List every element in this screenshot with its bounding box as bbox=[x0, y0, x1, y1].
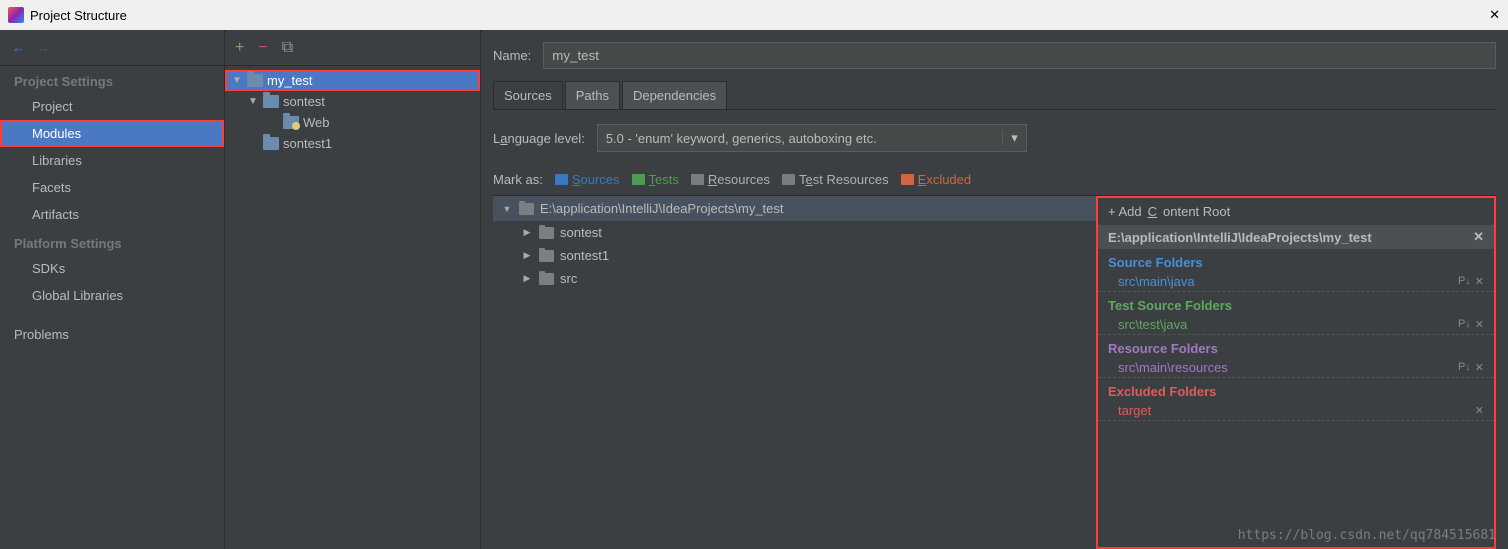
content-roots-panel: + Add Content Root E:\application\Intell… bbox=[1096, 196, 1496, 549]
name-label: Name: bbox=[493, 48, 531, 63]
sidebar-item-libraries[interactable]: Libraries bbox=[0, 147, 224, 174]
remove-module-button[interactable]: − bbox=[258, 39, 267, 57]
remove-content-root-icon[interactable]: ✕ bbox=[1473, 229, 1484, 245]
content-section-header: Resource Folders bbox=[1098, 335, 1494, 358]
module-label: sontest1 bbox=[283, 136, 332, 151]
module-name-input[interactable] bbox=[543, 42, 1496, 69]
content-section-header: Excluded Folders bbox=[1098, 378, 1494, 401]
expander-icon[interactable]: ▶ bbox=[521, 250, 533, 261]
content-section-header: Test Source Folders bbox=[1098, 292, 1494, 315]
folder-tree-item[interactable]: ▶ sontest bbox=[493, 221, 1096, 244]
folder-icon bbox=[263, 137, 279, 150]
module-label: sontest bbox=[283, 94, 325, 109]
sidebar-item-facets[interactable]: Facets bbox=[0, 174, 224, 201]
watermark: https://blog.csdn.net/qq784515681 bbox=[1238, 528, 1496, 543]
folder-icon bbox=[539, 227, 554, 239]
close-icon[interactable]: ✕ bbox=[1489, 7, 1500, 23]
language-level-label: Language level: bbox=[493, 131, 585, 146]
properties-icon[interactable]: P↓ bbox=[1458, 275, 1471, 288]
content-folder-item[interactable]: src\test\java P↓ ✕ bbox=[1098, 315, 1494, 335]
sidebar-item-problems[interactable]: Problems bbox=[0, 321, 224, 348]
remove-folder-icon[interactable]: ✕ bbox=[1475, 361, 1484, 374]
detail-pane: Name: Sources Paths Dependencies Languag… bbox=[481, 30, 1508, 549]
content-root-path-header: E:\application\IntelliJ\IdeaProjects\my_… bbox=[1098, 225, 1494, 249]
module-tree-item[interactable]: sontest1 bbox=[225, 133, 480, 154]
sidebar-item-project[interactable]: Project bbox=[0, 93, 224, 120]
folder-tree-item[interactable]: ▶ src bbox=[493, 267, 1096, 290]
remove-folder-icon[interactable]: ✕ bbox=[1475, 275, 1484, 288]
mark-sources-button[interactable]: Sources bbox=[555, 172, 620, 187]
mark-as-label: Mark as: bbox=[493, 172, 543, 187]
folder-icon bbox=[263, 95, 279, 108]
add-content-root-button[interactable]: + Add Content Root bbox=[1098, 198, 1494, 225]
sidebar: ← → Project Settings Project Modules Lib… bbox=[0, 30, 225, 549]
expander-icon[interactable]: ▼ bbox=[247, 96, 259, 107]
module-tree-item[interactable]: ▼ my_test bbox=[225, 70, 480, 91]
mark-tests-button[interactable]: Tests bbox=[632, 172, 679, 187]
expander-icon[interactable]: ▼ bbox=[231, 75, 243, 86]
folder-label: src bbox=[560, 271, 577, 286]
content-folder-item[interactable]: src\main\java P↓ ✕ bbox=[1098, 272, 1494, 292]
folder-path: target bbox=[1118, 403, 1151, 418]
folder-path: src\test\java bbox=[1118, 317, 1187, 332]
folder-icon bbox=[519, 203, 534, 215]
tab-paths[interactable]: Paths bbox=[565, 81, 620, 109]
sidebar-item-artifacts[interactable]: Artifacts bbox=[0, 201, 224, 228]
folder-tree-item[interactable]: ▶ sontest1 bbox=[493, 244, 1096, 267]
module-label: my_test bbox=[267, 73, 313, 88]
tab-dependencies[interactable]: Dependencies bbox=[622, 81, 727, 109]
mark-excluded-button[interactable]: Excluded bbox=[901, 172, 971, 187]
content-root-header[interactable]: ▼ E:\application\IntelliJ\IdeaProjects\m… bbox=[493, 196, 1096, 221]
content-folder-item[interactable]: src\main\resources P↓ ✕ bbox=[1098, 358, 1494, 378]
mark-test-resources-button[interactable]: Test Resources bbox=[782, 172, 889, 187]
language-level-value: 5.0 - 'enum' keyword, generics, autoboxi… bbox=[606, 131, 877, 146]
folder-path: src\main\java bbox=[1118, 274, 1195, 289]
folder-icon bbox=[539, 250, 554, 262]
tab-sources[interactable]: Sources bbox=[493, 81, 563, 109]
web-icon bbox=[283, 116, 299, 129]
window-title: Project Structure bbox=[30, 8, 127, 23]
mark-resources-button[interactable]: Resources bbox=[691, 172, 770, 187]
add-module-button[interactable]: + bbox=[235, 39, 244, 57]
module-label: Web bbox=[303, 115, 330, 130]
module-tree-item[interactable]: ▼ sontest bbox=[225, 91, 480, 112]
expander-icon[interactable]: ▶ bbox=[521, 273, 533, 284]
expander-icon[interactable]: ▼ bbox=[501, 204, 513, 214]
folder-label: sontest bbox=[560, 225, 602, 240]
content-folder-tree: ▼ E:\application\IntelliJ\IdeaProjects\m… bbox=[493, 196, 1096, 549]
app-icon bbox=[8, 7, 24, 23]
module-pane: + − ⧉ ▼ my_test ▼ sontest Web sontest1 bbox=[225, 30, 481, 549]
expander-icon[interactable]: ▶ bbox=[521, 227, 533, 238]
content-root-path: E:\application\IntelliJ\IdeaProjects\my_… bbox=[540, 201, 784, 216]
content-section-header: Source Folders bbox=[1098, 249, 1494, 272]
nav-back-icon[interactable]: ← bbox=[12, 40, 25, 55]
properties-icon[interactable]: P↓ bbox=[1458, 361, 1471, 374]
sidebar-item-sdks[interactable]: SDKs bbox=[0, 255, 224, 282]
properties-icon[interactable]: P↓ bbox=[1458, 318, 1471, 331]
sidebar-item-modules[interactable]: Modules bbox=[0, 120, 224, 147]
remove-folder-icon[interactable]: ✕ bbox=[1475, 318, 1484, 331]
folder-label: sontest1 bbox=[560, 248, 609, 263]
sidebar-item-global-libraries[interactable]: Global Libraries bbox=[0, 282, 224, 309]
title-bar: Project Structure ✕ bbox=[0, 0, 1508, 30]
chevron-down-icon: ▾ bbox=[1002, 130, 1018, 146]
module-tree-item[interactable]: Web bbox=[225, 112, 480, 133]
folder-icon bbox=[539, 273, 554, 285]
remove-folder-icon[interactable]: ✕ bbox=[1475, 404, 1484, 417]
language-level-select[interactable]: 5.0 - 'enum' keyword, generics, autoboxi… bbox=[597, 124, 1027, 152]
content-folder-item[interactable]: target ✕ bbox=[1098, 401, 1494, 421]
folder-icon bbox=[247, 74, 263, 87]
sidebar-section-platform: Platform Settings bbox=[0, 228, 224, 255]
copy-module-button[interactable]: ⧉ bbox=[282, 39, 293, 57]
folder-path: src\main\resources bbox=[1118, 360, 1228, 375]
nav-forward-icon[interactable]: → bbox=[37, 40, 50, 55]
sidebar-section-project: Project Settings bbox=[0, 66, 224, 93]
